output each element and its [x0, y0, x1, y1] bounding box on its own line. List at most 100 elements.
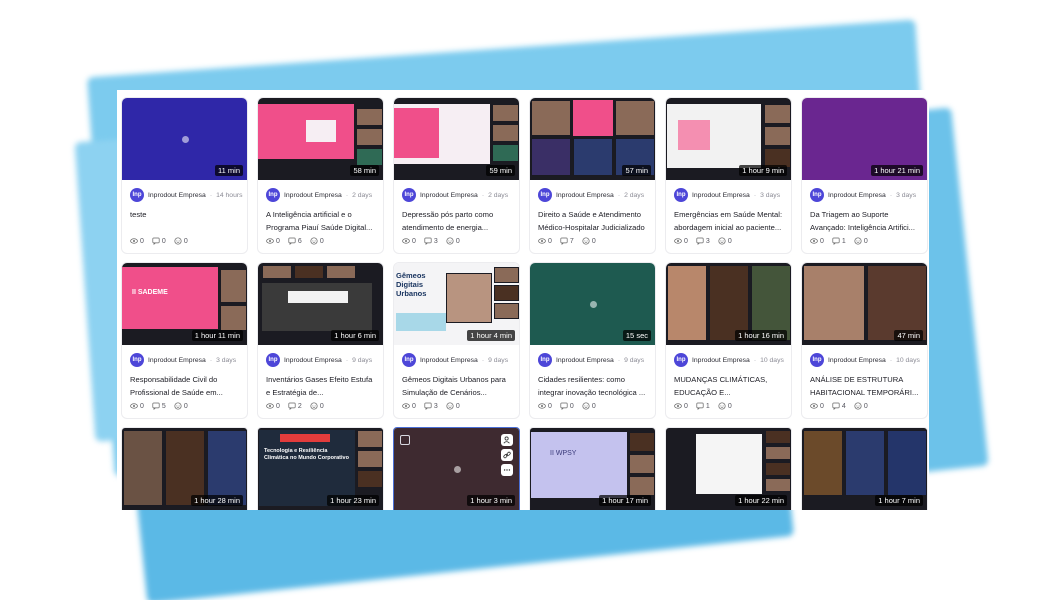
duration-badge: 1 hour 23 min — [327, 495, 379, 506]
video-card[interactable]: 1 hour 21 min Inp Inprodout Empresa · 3 day… — [801, 97, 928, 254]
avatar[interactable]: Inp — [130, 353, 144, 367]
video-thumbnail[interactable]: 1 hour 22 min — [666, 428, 791, 510]
video-card[interactable]: 58 min Inp Inprodout Empresa · 2 days A Int… — [257, 97, 384, 254]
reactions-count: 0 — [455, 237, 460, 245]
video-card[interactable]: Gêmeos Digitais Urbanos 1 hour 4 min Inp… — [393, 262, 520, 419]
author-name[interactable]: Inprodout Empresa — [556, 192, 614, 199]
video-title[interactable]: MUDANÇAS CLIMÁTICAS, EDUCAÇÃO E... — [674, 373, 783, 399]
comment-icon — [560, 237, 568, 245]
video-card[interactable]: II SADEME 1 hour 11 min Inp Inprodout Emp… — [121, 262, 248, 419]
video-card[interactable]: 57 min Inp Inprodout Empresa · 2 days Direi… — [529, 97, 656, 254]
avatar[interactable]: Inp — [538, 188, 552, 202]
video-title[interactable]: Direito a Saúde e Atendimento Médico-Hos… — [538, 208, 647, 234]
video-title[interactable]: A Inteligência artificial e o Programa P… — [266, 208, 375, 234]
video-stats: 0 3 0 — [674, 237, 732, 245]
video-thumbnail[interactable]: 1 hour 9 min — [666, 98, 791, 180]
avatar[interactable]: Inp — [130, 188, 144, 202]
video-thumbnail[interactable]: 58 min — [258, 98, 383, 180]
avatar[interactable]: Inp — [266, 353, 280, 367]
avatar[interactable]: Inp — [402, 353, 416, 367]
author-name[interactable]: Inprodout Empresa — [148, 192, 206, 199]
video-thumbnail[interactable]: 1 hour 16 min — [666, 263, 791, 345]
reactions-count: 0 — [183, 402, 188, 410]
smiley-icon — [718, 402, 726, 410]
video-card-selected[interactable]: 1 hour 3 min — [393, 427, 520, 510]
video-stats: 0 1 0 — [674, 402, 732, 410]
avatar[interactable]: Inp — [538, 353, 552, 367]
video-thumbnail[interactable]: 1 hour 21 min — [802, 98, 927, 180]
author-name[interactable]: Inprodout Empresa — [556, 357, 614, 364]
views-count: 0 — [548, 402, 552, 410]
reactions-count: 0 — [591, 402, 596, 410]
video-card[interactable]: II WPSY 1 hour 17 min — [529, 427, 656, 510]
video-title[interactable]: Gêmeos Digitais Urbanos para Simulação d… — [402, 373, 511, 399]
video-title[interactable]: Depressão pós parto como atendimento de … — [402, 208, 511, 234]
views-count: 0 — [820, 237, 824, 245]
upload-time: 9 days — [488, 356, 509, 364]
author-name[interactable]: Inprodout Empresa — [828, 357, 886, 364]
video-card[interactable]: 1 hour 7 min — [801, 427, 928, 510]
video-title[interactable]: ANÁLISE DE ESTRUTURA HABITACIONAL TEMPOR… — [810, 373, 919, 399]
video-thumbnail[interactable]: Gêmeos Digitais Urbanos 1 hour 4 min — [394, 263, 519, 345]
play-logo-icon — [181, 136, 189, 143]
reactions-count: 0 — [319, 237, 324, 245]
video-card[interactable]: 1 hour 22 min — [665, 427, 792, 510]
avatar[interactable]: Inp — [810, 353, 824, 367]
video-thumbnail[interactable]: II SADEME 1 hour 11 min — [122, 263, 247, 345]
card-actions — [501, 434, 513, 476]
video-thumbnail[interactable]: 1 hour 28 min — [122, 428, 247, 510]
eye-icon — [810, 238, 818, 244]
video-thumbnail[interactable]: 47 min — [802, 263, 927, 345]
video-thumbnail[interactable]: II WPSY 1 hour 17 min — [530, 428, 655, 510]
video-title[interactable]: Da Triagem ao Suporte Avançado: Inteligê… — [810, 208, 919, 234]
video-thumbnail[interactable]: 1 hour 6 min — [258, 263, 383, 345]
video-card[interactable]: 1 hour 16 min Inp Inprodout Empresa · 10 da… — [665, 262, 792, 419]
author-name[interactable]: Inprodout Empresa — [828, 192, 886, 199]
author-name[interactable]: Inprodout Empresa — [420, 192, 478, 199]
screenshot-stage: 11 min Inp Inprodout Empresa · 14 hours tes… — [0, 0, 1050, 600]
video-card[interactable]: 11 min Inp Inprodout Empresa · 14 hours tes… — [121, 97, 248, 254]
views-count: 0 — [820, 402, 824, 410]
video-thumbnail[interactable]: 59 min — [394, 98, 519, 180]
video-card[interactable]: Tecnologia e Resiliência Climática no Mu… — [257, 427, 384, 510]
avatar[interactable]: Inp — [810, 188, 824, 202]
video-thumbnail[interactable]: 11 min — [122, 98, 247, 180]
views-count: 0 — [684, 402, 688, 410]
author-name[interactable]: Inprodout Empresa — [420, 357, 478, 364]
video-card[interactable]: 47 min Inp Inprodout Empresa · 10 days ANÁL… — [801, 262, 928, 419]
author-name[interactable]: Inprodout Empresa — [284, 357, 342, 364]
eye-icon — [402, 238, 410, 244]
smiley-icon — [174, 402, 182, 410]
video-thumbnail[interactable]: 1 hour 7 min — [802, 428, 927, 510]
comments-count: 3 — [433, 237, 438, 245]
more-options-icon[interactable] — [501, 464, 513, 476]
video-card[interactable]: 59 min Inp Inprodout Empresa · 2 days Depre… — [393, 97, 520, 254]
video-title[interactable]: Cidades resilientes: como integrar inova… — [538, 373, 647, 399]
avatar[interactable]: Inp — [266, 188, 280, 202]
avatar[interactable]: Inp — [674, 188, 688, 202]
video-title[interactable]: Responsabilidade Civil do Profissional d… — [130, 373, 239, 399]
video-card[interactable]: 1 hour 28 min — [121, 427, 248, 510]
video-card[interactable]: 15 sec Inp Inprodout Empresa · 9 days Cidad… — [529, 262, 656, 419]
video-thumbnail[interactable]: Tecnologia e Resiliência Climática no Mu… — [258, 428, 383, 510]
video-title[interactable]: teste — [130, 208, 239, 234]
upload-time: 3 days — [760, 191, 781, 199]
smiley-icon — [446, 402, 454, 410]
select-checkbox[interactable] — [400, 435, 410, 445]
author-name[interactable]: Inprodout Empresa — [692, 192, 750, 199]
eye-icon — [402, 403, 410, 409]
author-name[interactable]: Inprodout Empresa — [148, 357, 206, 364]
avatar[interactable]: Inp — [402, 188, 416, 202]
video-thumbnail[interactable]: 1 hour 3 min — [394, 428, 519, 510]
author-name[interactable]: Inprodout Empresa — [692, 357, 750, 364]
video-card[interactable]: 1 hour 6 min Inp Inprodout Empresa · 9 days… — [257, 262, 384, 419]
video-thumbnail[interactable]: 15 sec — [530, 263, 655, 345]
video-title[interactable]: Emergências em Saúde Mental: abordagem i… — [674, 208, 783, 234]
author-name[interactable]: Inprodout Empresa — [284, 192, 342, 199]
avatar[interactable]: Inp — [674, 353, 688, 367]
video-title[interactable]: Inventários Gases Efeito Estufa e Estrat… — [266, 373, 375, 399]
video-thumbnail[interactable]: 57 min — [530, 98, 655, 180]
add-user-icon[interactable] — [501, 434, 513, 446]
link-icon[interactable] — [501, 449, 513, 461]
video-card[interactable]: 1 hour 9 min Inp Inprodout Empresa · 3 days… — [665, 97, 792, 254]
